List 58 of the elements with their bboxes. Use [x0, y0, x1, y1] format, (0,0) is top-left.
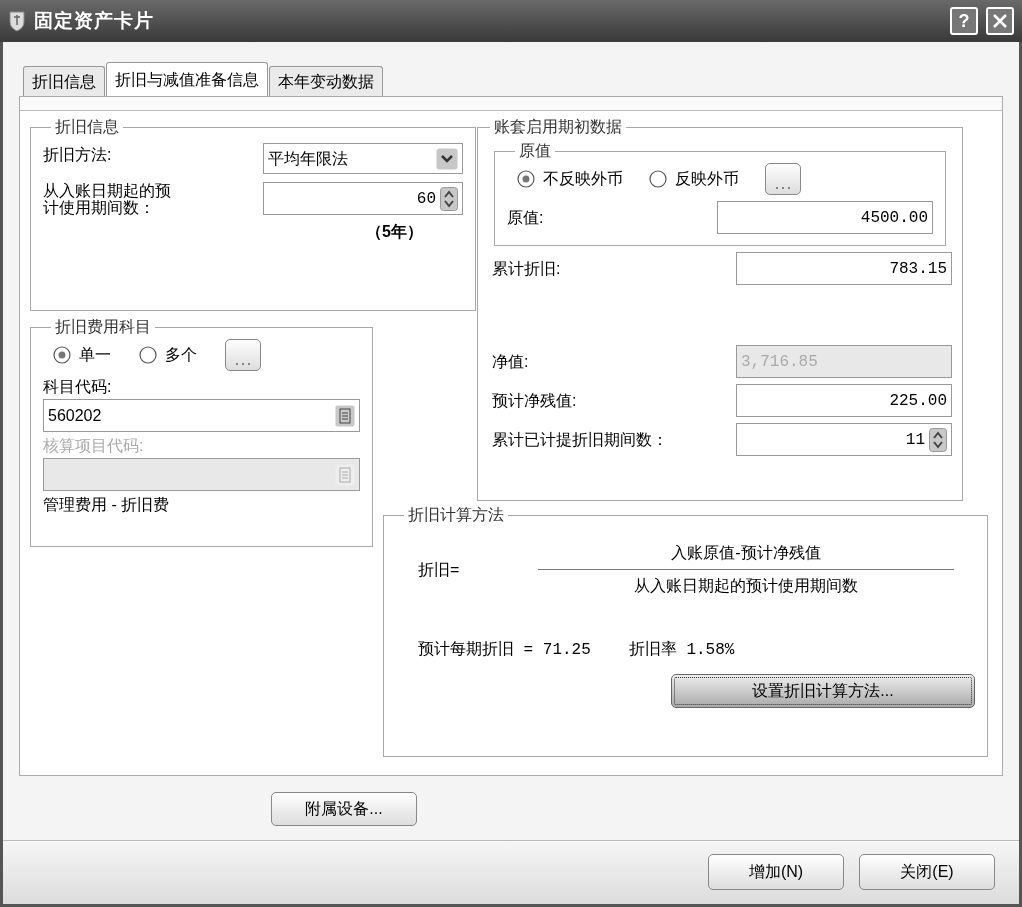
input-field[interactable]: [43, 458, 360, 491]
input-field[interactable]: 783.15: [736, 252, 952, 285]
field-label: 预计净残值:: [492, 390, 577, 411]
radio-button[interactable]: 多个: [139, 343, 197, 367]
field-label: 核算项目代码:: [43, 436, 145, 456]
set-method-button[interactable]: 设置折旧计算方法...: [671, 674, 975, 708]
close-button[interactable]: [986, 7, 1014, 35]
field-label: 从入账日期起的预计使用期间数：: [43, 182, 172, 216]
close-icon: [992, 13, 1008, 29]
account-name: 管理费用 - 折旧费: [43, 495, 171, 515]
radio-icon: [139, 346, 157, 364]
tab[interactable]: 本年变动数据: [269, 66, 383, 96]
group-title: 原值: [519, 142, 551, 159]
input-field[interactable]: 560202: [43, 399, 360, 432]
field-label: 净值:: [492, 351, 529, 372]
radio-icon: [649, 170, 667, 188]
field-label: 累计折旧:: [492, 258, 561, 279]
field-label: 科目代码:: [43, 377, 113, 397]
radio-selected-icon: [53, 346, 71, 364]
ellipsis-icon: [235, 362, 251, 366]
group-title: 折旧费用科目: [55, 318, 151, 335]
per-period-depreciation: 预计每期折旧 = 71.25: [418, 640, 591, 661]
browse-button[interactable]: [765, 163, 801, 195]
window-title: 固定资产卡片: [34, 8, 154, 33]
field-label: 折旧方法:: [43, 145, 113, 165]
dialog-button[interactable]: 关闭(E): [859, 854, 995, 890]
radio-button[interactable]: 单一: [53, 343, 111, 367]
spinner-icon: [440, 186, 458, 211]
input-field[interactable]: 4500.00: [717, 201, 933, 234]
input-field[interactable]: 60: [263, 182, 463, 215]
input-field[interactable]: 225.00: [736, 384, 952, 417]
years-note: （5年）: [365, 222, 424, 242]
ellipsis-icon: [775, 186, 791, 190]
group-title: 折旧计算方法: [408, 506, 504, 523]
browse-button[interactable]: [225, 339, 261, 371]
formula-label: 折旧=: [418, 559, 461, 580]
spinner-icon: [929, 427, 947, 452]
input-field[interactable]: 11: [736, 423, 952, 456]
formula-numerator: 入账原值-预计净残值: [671, 543, 821, 563]
field-label: 累计已计提折旧期间数：: [492, 429, 668, 450]
tab[interactable]: 折旧与减值准备信息: [106, 62, 268, 96]
dialog-button[interactable]: 增加(N): [708, 854, 844, 890]
list-icon: [335, 404, 355, 427]
app-icon: [8, 10, 26, 32]
group-title: 账套启用期初数据: [494, 118, 622, 135]
radio-button[interactable]: 不反映外币: [517, 167, 623, 191]
radio-selected-icon: [517, 170, 535, 188]
dropdown[interactable]: 平均年限法: [263, 143, 463, 174]
accessory-button[interactable]: 附属设备...: [271, 792, 417, 826]
chevron-down-icon: [436, 147, 458, 170]
list-icon: [335, 463, 355, 486]
tab[interactable]: 折旧信息: [23, 66, 105, 96]
field-label: 原值:: [507, 207, 544, 228]
help-button[interactable]: ?: [950, 7, 978, 35]
radio-button[interactable]: 反映外币: [649, 167, 739, 191]
depreciation-rate: 折旧率 1.58%: [628, 640, 735, 661]
group-title: 折旧信息: [55, 118, 119, 135]
formula-denominator: 从入账日期起的预计使用期间数: [634, 576, 858, 596]
